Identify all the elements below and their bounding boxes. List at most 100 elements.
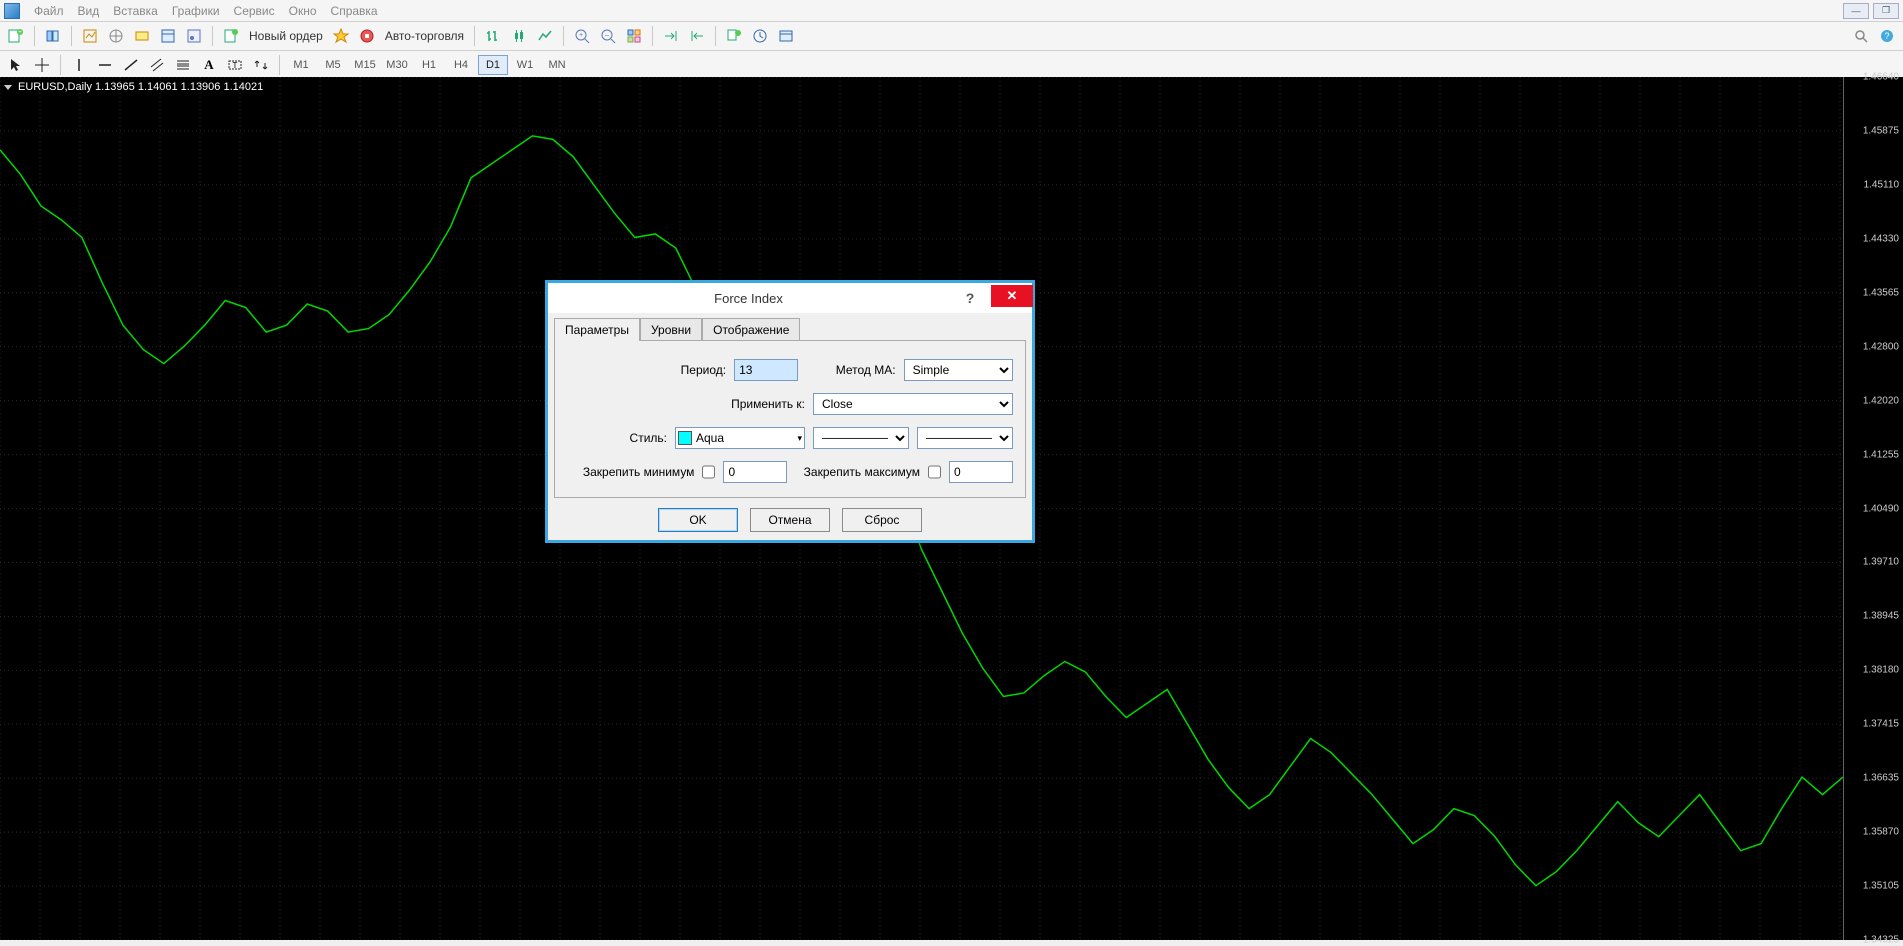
timeframe-mn[interactable]: MN xyxy=(542,55,572,75)
price-tick: 1.45875 xyxy=(1863,125,1899,136)
periodicity-icon[interactable] xyxy=(748,24,772,48)
price-tick: 1.38180 xyxy=(1863,665,1899,676)
profiles-icon[interactable] xyxy=(41,24,65,48)
minimize-button[interactable]: — xyxy=(1843,3,1869,19)
autotrade-icon[interactable] xyxy=(355,24,379,48)
chart-shift-icon[interactable] xyxy=(685,24,709,48)
timeframe-m1[interactable]: M1 xyxy=(286,55,316,75)
price-tick: 1.37415 xyxy=(1863,719,1899,730)
timeframe-m5[interactable]: M5 xyxy=(318,55,348,75)
timeframe-h4[interactable]: H4 xyxy=(446,55,476,75)
strategy-tester-icon[interactable] xyxy=(182,24,206,48)
timeframe-m30[interactable]: M30 xyxy=(382,55,412,75)
menu-help[interactable]: Справка xyxy=(331,4,378,18)
templates-icon[interactable] xyxy=(774,24,798,48)
fix-max-checkbox[interactable] xyxy=(928,465,941,479)
tile-windows-icon[interactable] xyxy=(622,24,646,48)
line-chart-icon[interactable] xyxy=(533,24,557,48)
price-tick: 1.41255 xyxy=(1863,449,1899,460)
zoom-in-icon[interactable]: + xyxy=(570,24,594,48)
cancel-button[interactable]: Отмена xyxy=(750,508,830,532)
price-tick: 1.44330 xyxy=(1863,233,1899,244)
new-order-button[interactable]: Новый ордер xyxy=(245,24,327,48)
new-chart-icon[interactable]: + xyxy=(4,24,28,48)
price-tick: 1.46640 xyxy=(1863,72,1899,83)
cursor-icon[interactable] xyxy=(4,53,28,77)
price-tick: 1.35105 xyxy=(1863,881,1899,892)
style-linetype-select[interactable]: ──────── xyxy=(813,427,909,449)
dialog-help-icon[interactable]: ? xyxy=(949,286,991,310)
restore-button[interactable]: ❐ xyxy=(1873,3,1899,19)
svg-text:T: T xyxy=(233,61,238,70)
fix-max-input[interactable] xyxy=(949,461,1013,483)
apply-select[interactable]: Close xyxy=(813,393,1013,415)
vertical-line-icon[interactable] xyxy=(67,53,91,77)
price-tick: 1.35870 xyxy=(1863,827,1899,838)
timeframe-m15[interactable]: M15 xyxy=(350,55,380,75)
market-watch-icon[interactable] xyxy=(78,24,102,48)
metaeditor-icon[interactable] xyxy=(329,24,353,48)
auto-scroll-icon[interactable] xyxy=(659,24,683,48)
fix-min-input[interactable] xyxy=(723,461,787,483)
menu-view[interactable]: Вид xyxy=(78,4,100,18)
menu-service[interactable]: Сервис xyxy=(234,4,275,18)
navigator-icon[interactable] xyxy=(104,24,128,48)
menu-insert[interactable]: Вставка xyxy=(113,4,158,18)
style-label: Стиль: xyxy=(567,431,667,445)
fix-min-checkbox[interactable] xyxy=(702,465,715,479)
price-tick: 1.39710 xyxy=(1863,557,1899,568)
terminal-icon[interactable] xyxy=(130,24,154,48)
zoom-out-icon[interactable]: – xyxy=(596,24,620,48)
price-tick: 1.42800 xyxy=(1863,341,1899,352)
help-icon[interactable]: ? xyxy=(1875,24,1899,48)
reset-button[interactable]: Сброс xyxy=(842,508,922,532)
style-color-select[interactable]: Aqua ▾ xyxy=(675,427,805,449)
candles-chart-icon[interactable] xyxy=(507,24,531,48)
dialog-tabs: Параметры Уровни Отображение xyxy=(548,313,1032,340)
svg-text:+: + xyxy=(579,32,583,39)
trendline-icon[interactable] xyxy=(119,53,143,77)
chart-header: EURUSD,Daily 1.13965 1.14061 1.13906 1.1… xyxy=(4,81,263,93)
menu-file[interactable]: Файл xyxy=(34,4,64,18)
tab-levels[interactable]: Уровни xyxy=(640,318,702,341)
bars-chart-icon[interactable] xyxy=(481,24,505,48)
tab-parameters[interactable]: Параметры xyxy=(554,318,640,341)
price-tick: 1.38945 xyxy=(1863,611,1899,622)
menu-bar: Файл Вид Вставка Графики Сервис Окно Спр… xyxy=(0,0,1903,22)
text-icon[interactable]: A xyxy=(197,53,221,77)
chart-menu-icon[interactable] xyxy=(4,85,12,90)
dialog-close-icon[interactable]: ✕ xyxy=(991,285,1033,307)
equidistant-channel-icon[interactable] xyxy=(145,53,169,77)
style-width-select[interactable]: ──────── xyxy=(917,427,1013,449)
text-label-icon[interactable]: T xyxy=(223,53,247,77)
timeframe-h1[interactable]: H1 xyxy=(414,55,444,75)
menu-charts[interactable]: Графики xyxy=(172,4,220,18)
arrows-icon[interactable] xyxy=(249,53,273,77)
crosshair-icon[interactable] xyxy=(30,53,54,77)
new-order-icon[interactable] xyxy=(219,24,243,48)
dialog-body: Период: Метод MA: Simple Применить к: Cl… xyxy=(554,340,1026,498)
app-icon xyxy=(4,3,20,19)
fibonacci-icon[interactable] xyxy=(171,53,195,77)
menu-window[interactable]: Окно xyxy=(289,4,317,18)
chart-symbol-label: EURUSD,Daily 1.13965 1.14061 1.13906 1.1… xyxy=(18,81,263,93)
indicators-list-icon[interactable] xyxy=(722,24,746,48)
dialog-titlebar[interactable]: Force Index ? ✕ xyxy=(548,283,1032,313)
method-select[interactable]: Simple xyxy=(904,359,1013,381)
data-window-icon[interactable] xyxy=(156,24,180,48)
timeframe-w1[interactable]: W1 xyxy=(510,55,540,75)
force-index-dialog: Force Index ? ✕ Параметры Уровни Отображ… xyxy=(545,280,1035,543)
timeframe-d1[interactable]: D1 xyxy=(478,55,508,75)
search-icon[interactable] xyxy=(1849,24,1873,48)
drawing-toolbar: A T M1 M5 M15 M30 H1 H4 D1 W1 MN xyxy=(0,51,1903,80)
price-axis: 1.466401.458751.451101.443301.435651.428… xyxy=(1843,77,1903,940)
price-tick: 1.43565 xyxy=(1863,287,1899,298)
window-controls: — ❐ xyxy=(1843,3,1899,19)
price-tick: 1.36635 xyxy=(1863,773,1899,784)
autotrade-button[interactable]: Авто-торговля xyxy=(381,24,468,48)
fix-max-label: Закрепить максимум xyxy=(799,465,920,479)
horizontal-line-icon[interactable] xyxy=(93,53,117,77)
tab-display[interactable]: Отображение xyxy=(702,318,800,341)
period-input[interactable] xyxy=(734,359,798,381)
ok-button[interactable]: OK xyxy=(658,508,738,532)
